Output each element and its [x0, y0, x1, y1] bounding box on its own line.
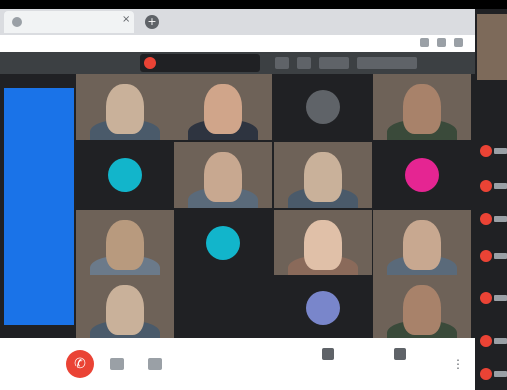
presentation-slide — [4, 88, 74, 325]
present-icon — [394, 348, 406, 360]
camera-icon[interactable] — [148, 358, 162, 370]
presenting-indicator-icon — [144, 57, 156, 69]
participant-tile[interactable] — [274, 142, 372, 208]
self-view-video — [477, 14, 507, 80]
participant-list-avatar[interactable] — [480, 335, 492, 347]
participant-avatar — [306, 291, 340, 325]
participant-video-face — [403, 285, 441, 335]
participant-list-avatar[interactable] — [480, 368, 492, 380]
new-tab-button[interactable]: + — [145, 15, 159, 29]
participant-tile[interactable] — [76, 142, 174, 208]
participant-list-name — [494, 371, 507, 377]
participant-video-face — [106, 285, 144, 335]
screen-top-edge — [0, 0, 507, 9]
participant-avatar — [405, 158, 439, 192]
participant-tile[interactable] — [274, 210, 372, 276]
address-bar[interactable] — [0, 35, 475, 52]
participant-tile[interactable] — [76, 275, 174, 341]
presenter-chip — [140, 54, 260, 72]
tab-favicon-icon — [12, 17, 22, 27]
microphone-icon[interactable] — [110, 358, 124, 370]
participant-list-name — [494, 338, 507, 344]
browser-toolbar-icons — [403, 38, 463, 48]
participant-video-face — [304, 152, 342, 202]
participant-video-face — [106, 220, 144, 270]
browser-tab[interactable]: × — [4, 11, 134, 33]
participant-thumb[interactable] — [357, 57, 417, 69]
participant-video-face — [106, 84, 144, 134]
participant-tile[interactable] — [373, 210, 471, 276]
captions-button[interactable] — [300, 348, 356, 363]
participant-list-name — [494, 183, 507, 189]
participant-list-name — [494, 253, 507, 259]
captions-icon — [322, 348, 334, 360]
participant-tile[interactable] — [373, 142, 471, 208]
participant-list-avatar[interactable] — [480, 292, 492, 304]
participant-video-face — [403, 84, 441, 134]
pin-icon[interactable] — [275, 57, 289, 69]
participant-tile[interactable] — [174, 74, 272, 140]
phone-hangup-icon: ✆ — [74, 356, 86, 372]
participant-list-avatar[interactable] — [480, 180, 492, 192]
participant-list-name — [494, 295, 507, 301]
participant-video-face — [304, 220, 342, 270]
browser-tab-bar: × + — [0, 9, 475, 35]
bookmark-icon[interactable] — [437, 38, 446, 47]
participant-avatar — [108, 158, 142, 192]
participant-tile[interactable] — [174, 275, 272, 341]
participant-list-avatar[interactable] — [480, 250, 492, 262]
participant-video-face — [204, 84, 242, 134]
participant-list-name — [494, 148, 507, 154]
participant-avatar — [206, 226, 240, 260]
tab-close-icon[interactable]: × — [122, 14, 130, 25]
layout-icon[interactable] — [297, 57, 311, 69]
participant-list-avatar[interactable] — [480, 213, 492, 225]
participant-tile[interactable] — [373, 74, 471, 140]
extension-icon[interactable] — [420, 38, 429, 47]
present-now-button[interactable] — [372, 348, 428, 363]
participant-list-name — [494, 216, 507, 222]
participant-tile[interactable] — [174, 210, 272, 276]
end-call-button[interactable]: ✆ — [66, 350, 94, 378]
participant-list-avatar[interactable] — [480, 145, 492, 157]
more-options-icon[interactable]: ⋮ — [452, 357, 464, 371]
participant-video-face — [403, 220, 441, 270]
participant-tile[interactable] — [174, 142, 272, 208]
strip-controls — [275, 55, 470, 71]
fullscreen-button[interactable] — [319, 57, 349, 69]
participant-tile[interactable] — [274, 275, 372, 341]
participant-avatar — [306, 90, 340, 124]
participant-video-face — [204, 152, 242, 202]
participant-tile[interactable] — [274, 74, 372, 140]
participant-tile[interactable] — [76, 74, 174, 140]
participant-tile[interactable] — [373, 275, 471, 341]
participant-tile[interactable] — [76, 210, 174, 276]
profile-icon[interactable] — [454, 38, 463, 47]
